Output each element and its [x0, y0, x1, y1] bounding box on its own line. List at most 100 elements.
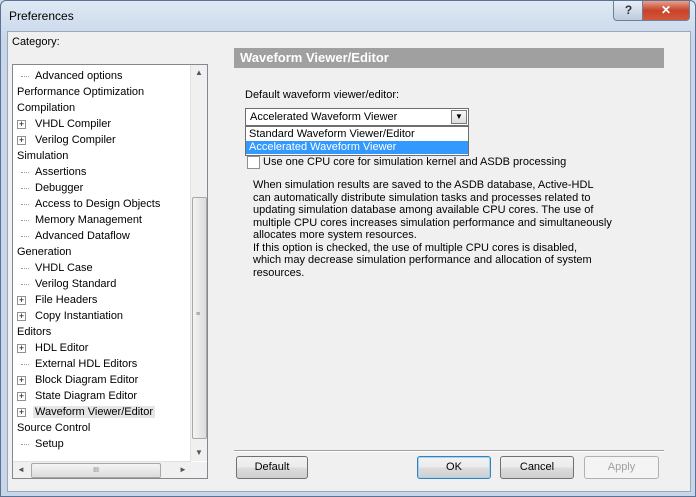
tree-connector — [21, 76, 29, 77]
expand-icon[interactable]: + — [17, 392, 26, 401]
option-accelerated-viewer[interactable]: Accelerated Waveform Viewer — [246, 141, 468, 154]
option-standard-viewer[interactable]: Standard Waveform Viewer/Editor — [246, 128, 468, 141]
window-title: Preferences — [9, 9, 74, 23]
close-button[interactable]: ✕ — [642, 1, 690, 21]
tree-connector — [21, 284, 29, 285]
tree-item[interactable]: Debugger — [21, 180, 85, 196]
scroll-right-icon[interactable]: ► — [175, 462, 191, 478]
tree-connector — [21, 220, 29, 221]
tree-item-label: Simulation — [17, 150, 69, 162]
tree-item[interactable]: + HDL Editor — [17, 340, 90, 356]
tree-items: Advanced options Performance Optimization… — [13, 65, 191, 461]
separator — [234, 450, 664, 452]
expand-icon[interactable]: + — [17, 120, 26, 129]
tree-item[interactable]: + Verilog Compiler — [17, 132, 118, 148]
tree-item[interactable]: Setup — [21, 436, 66, 452]
viewer-dropdown-list: Standard Waveform Viewer/Editor Accelera… — [245, 126, 469, 156]
tree-item[interactable]: Generation — [15, 244, 73, 260]
category-tree[interactable]: Advanced options Performance Optimization… — [12, 64, 208, 479]
tree-item[interactable]: + VHDL Compiler — [17, 116, 113, 132]
apply-button[interactable]: Apply — [584, 456, 659, 479]
tree-item[interactable]: Assertions — [21, 164, 88, 180]
tree-item-label: Generation — [17, 246, 72, 258]
tree-item-label: External HDL Editors — [35, 358, 138, 370]
tree-connector — [21, 444, 29, 445]
title-bar[interactable]: Preferences ? ✕ — [1, 1, 695, 31]
tree-connector — [21, 268, 29, 269]
tree-item-label: Waveform Viewer/Editor — [33, 406, 155, 418]
tree-item-label: Source Control — [17, 422, 91, 434]
tree-item-label: Verilog Compiler — [35, 134, 116, 146]
tree-item[interactable]: Advanced Dataflow — [21, 228, 132, 244]
tree-item-label: Copy Instantiation — [35, 310, 124, 322]
selected-value: Accelerated Waveform Viewer — [250, 111, 398, 123]
tree-item-label: VHDL Compiler — [35, 118, 112, 130]
tree-connector — [21, 204, 29, 205]
tree-item[interactable]: Verilog Standard — [21, 276, 118, 292]
scroll-up-icon[interactable]: ▲ — [191, 65, 207, 81]
scroll-left-icon[interactable]: ◄ — [13, 462, 29, 478]
tree-item[interactable]: + Waveform Viewer/Editor — [17, 404, 155, 420]
tree-item-label: Setup — [35, 438, 64, 450]
tree-item-label: Editors — [17, 326, 52, 338]
expand-icon[interactable]: + — [17, 344, 26, 353]
tree-item[interactable]: VHDL Case — [21, 260, 95, 276]
tree-item[interactable]: + File Headers — [17, 292, 99, 308]
tree-item-label: Access to Design Objects — [35, 198, 161, 210]
dialog-body: Category: Advanced options Performance Op… — [7, 31, 691, 492]
help-button[interactable]: ? — [613, 1, 644, 21]
grip-icon: ≡ — [196, 311, 201, 318]
tree-item[interactable]: Source Control — [15, 420, 92, 436]
tree-item-label: VHDL Case — [35, 262, 93, 274]
tree-connector — [21, 188, 29, 189]
tree-item-label: File Headers — [35, 294, 98, 306]
cancel-button[interactable]: Cancel — [500, 456, 574, 479]
tree-item[interactable]: Memory Management — [21, 212, 144, 228]
scroll-thumb[interactable]: ≡ — [192, 197, 207, 439]
tree-item[interactable]: External HDL Editors — [21, 356, 139, 372]
tree-item[interactable]: Access to Design Objects — [21, 196, 162, 212]
tree-horizontal-scrollbar[interactable]: ◄ III ► — [13, 461, 191, 478]
tree-item-label: Assertions — [35, 166, 87, 178]
tree-item[interactable]: Performance Optimization — [15, 84, 146, 100]
scroll-corner — [191, 462, 207, 478]
tree-item[interactable]: Compilation — [15, 100, 77, 116]
cpu-core-checkbox[interactable] — [247, 156, 260, 169]
tree-item[interactable]: + Copy Instantiation — [17, 308, 125, 324]
tree-item[interactable]: Advanced options — [21, 68, 124, 84]
tree-item-label: Advanced Dataflow — [35, 230, 130, 242]
cpu-core-label[interactable]: Use one CPU core for simulation kernel a… — [263, 156, 566, 168]
ok-button[interactable]: OK — [417, 456, 491, 479]
expand-icon[interactable]: + — [17, 312, 26, 321]
tree-item[interactable]: + State Diagram Editor — [17, 388, 139, 404]
tree-item-label: Debugger — [35, 182, 84, 194]
panel-header: Waveform Viewer/Editor — [234, 48, 664, 68]
description-text: When simulation results are saved to the… — [253, 179, 612, 279]
tree-item[interactable]: Simulation — [15, 148, 70, 164]
tree-item-label: Compilation — [17, 102, 76, 114]
scroll-down-icon[interactable]: ▼ — [191, 445, 207, 461]
default-viewer-select[interactable]: Accelerated Waveform Viewer ▼ — [245, 108, 469, 126]
default-viewer-label: Default waveform viewer/editor: — [245, 89, 400, 101]
hscroll-thumb[interactable]: III — [31, 463, 161, 478]
dropdown-arrow-icon[interactable]: ▼ — [451, 110, 467, 124]
tree-item-label: Performance Optimization — [17, 86, 145, 98]
tree-item-label: Block Diagram Editor — [35, 374, 139, 386]
tree-item-label: Verilog Standard — [35, 278, 117, 290]
tree-item-label: State Diagram Editor — [35, 390, 138, 402]
expand-icon[interactable]: + — [17, 408, 26, 417]
preferences-window: Preferences ? ✕ Category: Advanced optio… — [0, 0, 696, 497]
category-label: Category: — [12, 36, 60, 48]
tree-connector — [21, 172, 29, 173]
tree-item[interactable]: + Block Diagram Editor — [17, 372, 140, 388]
tree-item-label: Advanced options — [35, 70, 123, 82]
default-button[interactable]: Default — [236, 456, 308, 479]
tree-connector — [21, 364, 29, 365]
tree-connector — [21, 236, 29, 237]
expand-icon[interactable]: + — [17, 376, 26, 385]
expand-icon[interactable]: + — [17, 296, 26, 305]
tree-item[interactable]: Editors — [15, 324, 53, 340]
expand-icon[interactable]: + — [17, 136, 26, 145]
tree-vertical-scrollbar[interactable]: ▲ ≡ ▼ — [190, 65, 207, 461]
tree-item-label: HDL Editor — [35, 342, 89, 354]
